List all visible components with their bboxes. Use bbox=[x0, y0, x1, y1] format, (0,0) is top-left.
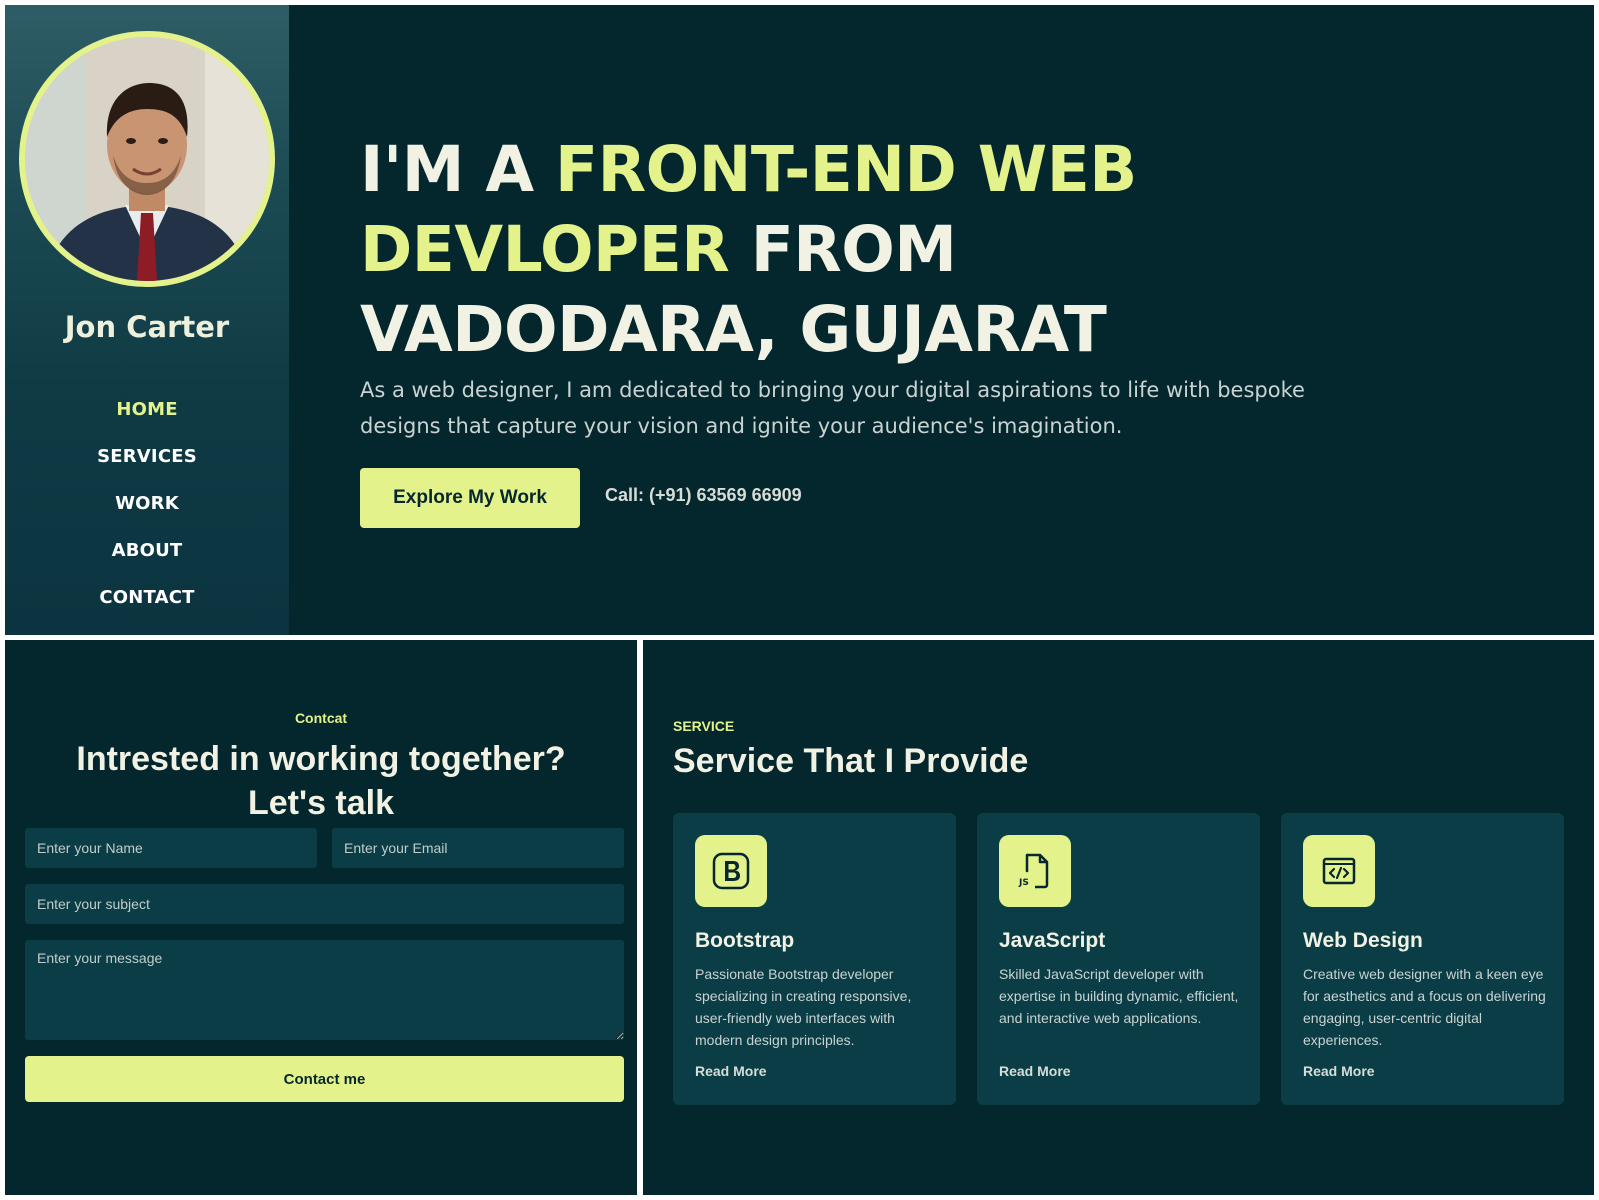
contact-heading-line2: Let's talk bbox=[247, 784, 395, 822]
contact-section: Contcat Intrested in working together? L… bbox=[5, 640, 637, 1195]
hero-heading: I'M A FRONT-END WEB DEVLOPER FROM VADODA… bbox=[360, 130, 1360, 370]
service-card-description: Passionate Bootstrap developer specializ… bbox=[695, 966, 912, 1048]
hero-heading-part1: I'M A bbox=[360, 133, 556, 206]
service-card-description: Creative web designer with a keen eye fo… bbox=[1303, 966, 1546, 1048]
name-field[interactable] bbox=[25, 828, 317, 868]
profile-photo bbox=[25, 37, 269, 281]
read-more-link[interactable]: Read More bbox=[1303, 1063, 1375, 1079]
services-section: SERVICE Service That I Provide Bootstrap… bbox=[643, 640, 1594, 1195]
explore-work-button[interactable]: Explore My Work bbox=[360, 468, 580, 528]
nav-item-home[interactable]: HOME bbox=[5, 397, 289, 444]
email-field[interactable] bbox=[332, 828, 624, 868]
hero-section: Jon Carter HOME SERVICES WORK ABOUT CONT… bbox=[5, 5, 1594, 635]
services-heading: Service That I Provide bbox=[673, 742, 1029, 780]
service-card-description: Skilled JavaScript developer with expert… bbox=[999, 966, 1239, 1026]
sidebar: Jon Carter HOME SERVICES WORK ABOUT CONT… bbox=[5, 5, 289, 635]
read-more-link[interactable]: Read More bbox=[695, 1063, 767, 1079]
service-card-title: Web Design bbox=[1303, 929, 1423, 952]
avatar bbox=[19, 31, 275, 287]
hero-description: As a web designer, I am dedicated to bri… bbox=[360, 378, 1305, 438]
contact-eyebrow: Contcat bbox=[294, 710, 348, 726]
services-eyebrow: SERVICE bbox=[673, 718, 735, 734]
call-phone-text: Call: (+91) 63569 66909 bbox=[605, 485, 802, 505]
nav-item-services[interactable]: SERVICES bbox=[5, 444, 289, 491]
javascript-file-icon: JS bbox=[999, 835, 1071, 907]
service-card-title: JavaScript bbox=[999, 929, 1106, 952]
contact-me-button[interactable]: Contact me bbox=[25, 1056, 624, 1102]
profile-name: Jon Carter bbox=[64, 310, 230, 344]
code-window-icon bbox=[1303, 835, 1375, 907]
contact-heading-line1: Intrested in working together? bbox=[76, 740, 566, 778]
nav-item-contact[interactable]: CONTACT bbox=[5, 585, 289, 632]
service-card-web-design: Web Design Creative web designer with a … bbox=[1281, 813, 1564, 1105]
main-nav: HOME SERVICES WORK ABOUT CONTACT bbox=[5, 397, 289, 632]
subject-field[interactable] bbox=[25, 884, 624, 924]
contact-heading: Intrested in working together? Let's tal… bbox=[5, 737, 637, 825]
nav-item-about[interactable]: ABOUT bbox=[5, 538, 289, 585]
svg-text:JS: JS bbox=[1018, 878, 1029, 888]
service-card-javascript: JS JavaScript Skilled JavaScript develop… bbox=[977, 813, 1260, 1105]
read-more-link[interactable]: Read More bbox=[999, 1063, 1071, 1079]
message-field[interactable] bbox=[25, 940, 624, 1040]
service-card-bootstrap: Bootstrap Passionate Bootstrap developer… bbox=[673, 813, 956, 1105]
service-card-title: Bootstrap bbox=[695, 929, 795, 952]
nav-item-work[interactable]: WORK bbox=[5, 491, 289, 538]
bootstrap-icon bbox=[695, 835, 767, 907]
